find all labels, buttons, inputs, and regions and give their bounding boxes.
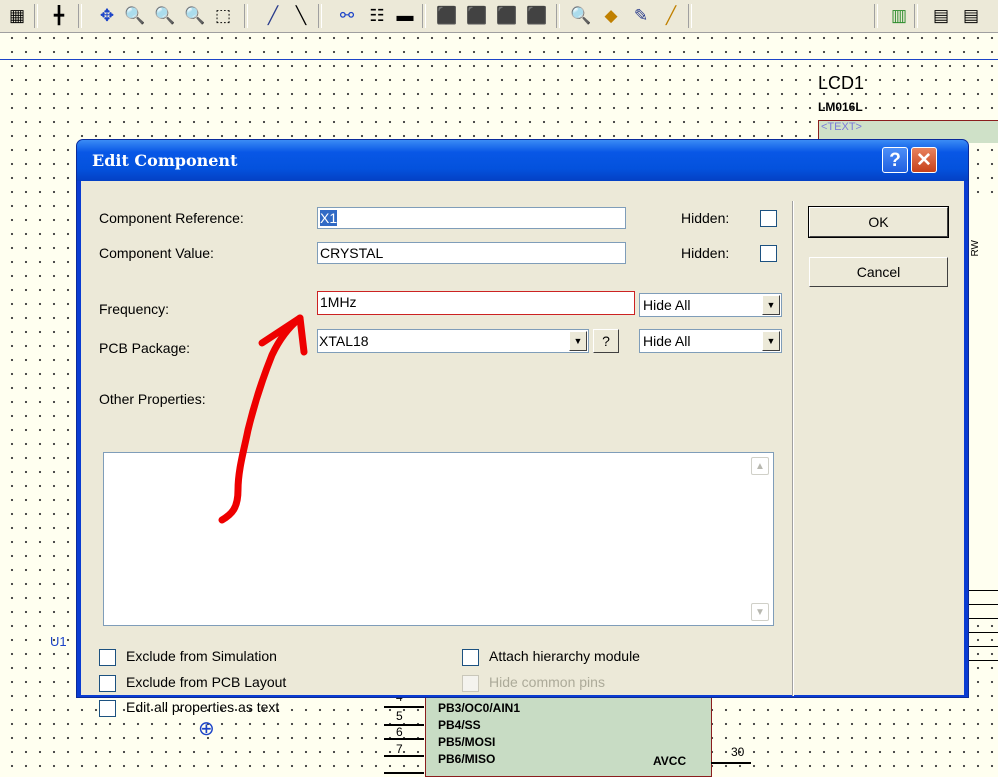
annotation-arrow-shaft <box>218 314 304 524</box>
annotation-arrow <box>218 314 308 524</box>
